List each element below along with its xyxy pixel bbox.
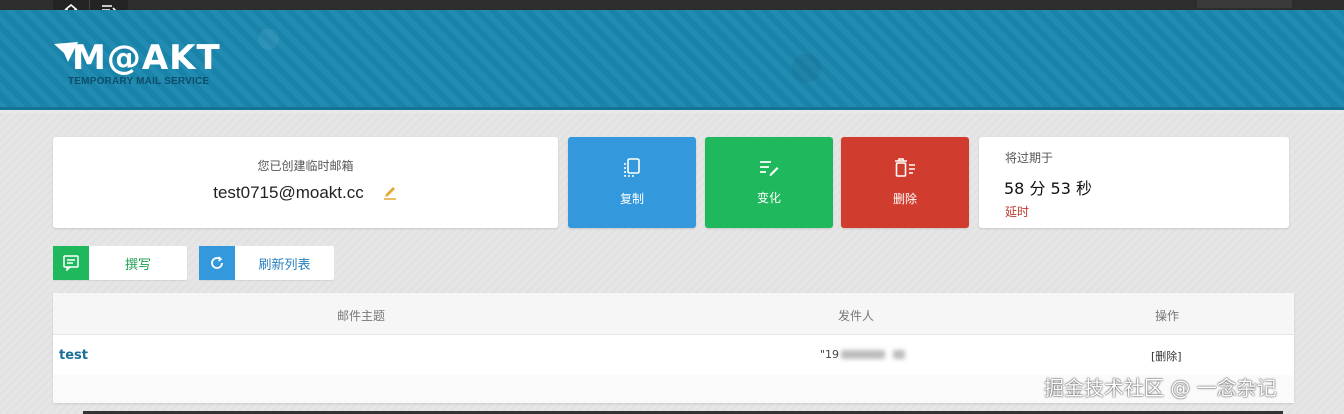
mail-subject[interactable]: test — [59, 348, 88, 363]
logo-text: M@AKT — [72, 38, 221, 78]
edit-address-button[interactable] — [382, 185, 398, 201]
table-header: 邮件主题 发件人 操作 — [53, 293, 1294, 335]
column-subject: 邮件主题 — [337, 309, 386, 323]
refresh-label: 刷新列表 — [258, 257, 311, 273]
expire-label: 将过期于 — [1005, 151, 1054, 165]
compose-button[interactable]: 撰写 — [53, 246, 187, 280]
refresh-button[interactable]: 刷新列表 — [199, 246, 334, 280]
extend-link[interactable]: 延时 — [1005, 203, 1029, 220]
top-bar — [0, 0, 1344, 10]
compose-label: 撰写 — [124, 257, 151, 273]
main-content: 您已创建临时邮箱 test0715@moakt.cc 复制 变化 删除 将过期于… — [0, 113, 1344, 414]
watermark: 掘金技术社区 @ 一念杂记 — [1044, 376, 1277, 400]
mailbox-card: 您已创建临时邮箱 test0715@moakt.cc — [53, 137, 558, 228]
mail-sender: "19 — [820, 348, 906, 361]
refresh-icon-box — [199, 246, 235, 280]
mail-delete-link[interactable]: [删除] — [1151, 348, 1182, 364]
expire-countdown: 58 分 53 秒 — [1004, 179, 1092, 198]
expire-card: 将过期于 58 分 53 秒 延时 — [979, 137, 1289, 228]
message-icon — [63, 255, 79, 271]
delete-label: 删除 — [892, 192, 917, 206]
redacted-sender — [841, 350, 886, 359]
logo-tagline: TEMPORARY MAIL SERVICE — [68, 76, 210, 87]
site-header: M@AKT TEMPORARY MAIL SERVICE — [0, 10, 1344, 110]
compose-icon-box — [53, 246, 89, 280]
mailbox-address-row: test0715@moakt.cc — [53, 183, 558, 203]
column-sender: 发件人 — [838, 309, 875, 323]
refresh-icon — [211, 256, 223, 269]
edit-lines-icon — [760, 161, 779, 176]
trash-icon — [895, 158, 915, 177]
copy-button[interactable]: 复制 — [568, 137, 696, 228]
change-button[interactable]: 变化 — [705, 137, 833, 228]
table-row[interactable]: test "19 [删除] — [53, 335, 1294, 375]
copy-label: 复制 — [619, 192, 644, 206]
site-logo[interactable]: M@AKT TEMPORARY MAIL SERVICE — [54, 38, 229, 93]
top-bar-right — [1197, 0, 1292, 8]
column-actions: 操作 — [1155, 309, 1180, 323]
change-label: 变化 — [756, 191, 781, 205]
mail-sender-text: "19 — [820, 348, 840, 361]
mailbox-label: 您已创建临时邮箱 — [257, 159, 354, 173]
mailbox-address[interactable]: test0715@moakt.cc — [213, 183, 364, 203]
pencil-icon — [383, 187, 396, 200]
copy-icon — [624, 158, 640, 177]
delete-button[interactable]: 删除 — [841, 137, 969, 228]
redacted-sender-tail — [893, 350, 906, 359]
